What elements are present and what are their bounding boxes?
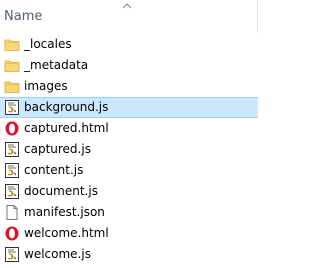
list-item-welcome-js[interactable]: welcome.js (0, 244, 258, 265)
column-header-name[interactable]: Name (0, 0, 258, 33)
list-item-welcome-html[interactable]: welcome.html (0, 223, 258, 244)
js-script-icon (5, 142, 19, 157)
list-item-metadata[interactable]: _metadata (0, 55, 258, 76)
list-item-background-js[interactable]: background.js (0, 97, 258, 118)
file-list: _locales _metadata images background.js … (0, 34, 258, 265)
folder-icon (4, 39, 20, 51)
js-script-icon (5, 247, 19, 262)
file-name: document.js (24, 184, 98, 198)
js-script-icon (5, 184, 19, 199)
next-column-edge (258, 0, 267, 268)
file-name: welcome.html (24, 226, 109, 240)
blank-file-icon (6, 205, 18, 220)
list-item-manifest-json[interactable]: manifest.json (0, 202, 258, 223)
file-name: images (24, 79, 68, 93)
js-script-icon (5, 100, 19, 115)
sort-ascending-icon (122, 3, 132, 9)
file-name: welcome.js (24, 247, 91, 261)
js-script-icon (5, 163, 19, 178)
opera-html-icon (5, 226, 19, 241)
list-item-captured-js[interactable]: captured.js (0, 139, 258, 160)
opera-html-icon (5, 121, 19, 136)
file-explorer-view: Name _locales _metadata images backgroun… (0, 0, 267, 268)
list-item-document-js[interactable]: document.js (0, 181, 258, 202)
file-name: content.js (24, 163, 84, 177)
file-name: _locales (24, 37, 72, 51)
column-header-label: Name (4, 9, 43, 24)
folder-icon (4, 81, 20, 93)
file-name: _metadata (24, 58, 89, 72)
file-name: captured.html (24, 121, 109, 135)
file-name: background.js (24, 100, 109, 114)
list-item-captured-html[interactable]: captured.html (0, 118, 258, 139)
list-item-images[interactable]: images (0, 76, 258, 97)
file-name: captured.js (24, 142, 91, 156)
file-name: manifest.json (24, 205, 105, 219)
list-item-content-js[interactable]: content.js (0, 160, 258, 181)
list-item-locales[interactable]: _locales (0, 34, 258, 55)
folder-icon (4, 60, 20, 72)
